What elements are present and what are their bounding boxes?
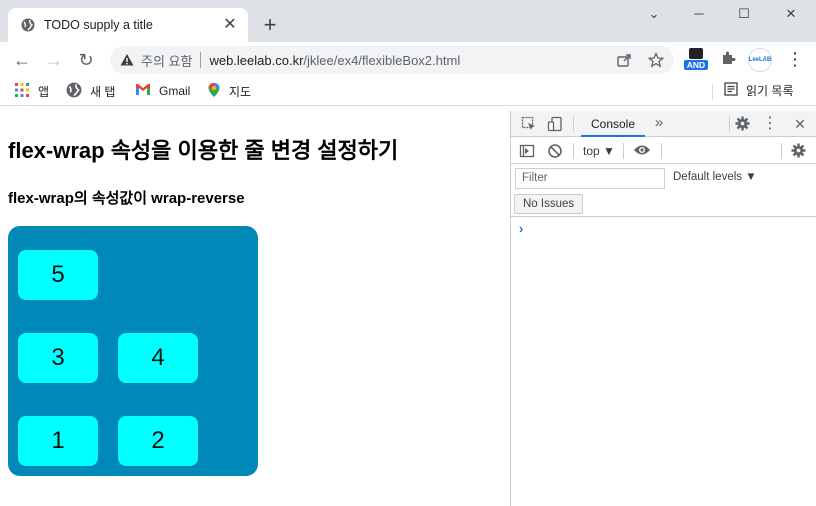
- toolbar-divider: [661, 143, 662, 159]
- new-tab-button[interactable]: +: [258, 14, 282, 38]
- and-badge-label: AND: [686, 60, 706, 70]
- page-subheading: flex-wrap의 속성값이 wrap-reverse: [8, 190, 245, 207]
- tab-console[interactable]: Console: [581, 111, 645, 137]
- flex-item-1: 1: [18, 416, 98, 466]
- security-warning-text[interactable]: 주의 요함: [141, 51, 192, 70]
- close-window-button[interactable]: ✕: [781, 4, 801, 24]
- warning-icon[interactable]: [120, 53, 134, 67]
- toolbar-divider: [623, 143, 624, 159]
- bookmark-label: 앱: [38, 85, 50, 99]
- console-prompt-chevron-icon[interactable]: ›: [519, 221, 523, 236]
- tab-strip: TODO supply a title ✕ + ⌄ ─ ☐ ✕: [0, 0, 816, 42]
- map-pin-icon: [207, 82, 221, 101]
- page-viewport: flex-wrap 속성을 이용한 줄 변경 설정하기 flex-wrap의 속…: [0, 111, 510, 506]
- toolbar-divider: [729, 116, 730, 132]
- inspect-element-icon[interactable]: [521, 116, 537, 132]
- bookmarks-divider: [712, 84, 713, 100]
- more-tabs-icon[interactable]: »: [651, 115, 667, 131]
- browser-menu-icon[interactable]: ⋮: [786, 50, 804, 68]
- sidebar-toggle-icon[interactable]: [519, 143, 535, 159]
- toolbar-divider: [573, 116, 574, 132]
- tab-search-icon[interactable]: ⌄: [644, 4, 664, 24]
- bookmark-new-tab[interactable]: 새 탭: [66, 82, 115, 101]
- no-issues-button[interactable]: No Issues: [514, 194, 584, 214]
- tab-title: TODO supply a title: [44, 18, 153, 32]
- address-bar[interactable]: 주의 요함 web.leelab.co.kr/jklee/ex4/flexibl…: [110, 46, 674, 74]
- omnibox-divider: [200, 52, 202, 68]
- console-filter-input[interactable]: Filter: [515, 168, 665, 189]
- reading-list[interactable]: 읽기 목록: [724, 82, 794, 99]
- console-issues-bar: No Issues: [511, 193, 816, 217]
- toolbar-divider: [781, 143, 782, 159]
- bookmark-label: 지도: [229, 85, 252, 99]
- bookmark-label: 새 탭: [90, 85, 116, 99]
- devtools-panel: Console » ⋮ ✕ top ▼ Filter Default level…: [510, 111, 816, 506]
- forward-button[interactable]: →: [44, 50, 64, 70]
- reading-list-icon: [724, 82, 738, 99]
- console-filter-bar: Filter Default levels ▼: [511, 165, 816, 193]
- reading-list-label: 읽기 목록: [746, 84, 794, 98]
- bookmark-gmail[interactable]: Gmail: [135, 82, 190, 99]
- clear-console-icon[interactable]: [547, 143, 563, 159]
- globe-icon: [66, 82, 82, 101]
- maximize-button[interactable]: ☐: [734, 4, 754, 24]
- gmail-icon: [135, 82, 151, 99]
- toolbar-divider: [573, 143, 574, 159]
- live-expression-eye-icon[interactable]: [633, 143, 650, 159]
- flex-container: 1 2 3 4 5: [8, 226, 258, 476]
- flex-item-5: 5: [18, 250, 98, 300]
- default-levels-dropdown[interactable]: Default levels ▼: [673, 171, 757, 183]
- globe-icon: [20, 17, 36, 33]
- bookmarks-bar: 앱 새 탭 Gmail 지도 읽기 목록: [0, 78, 816, 106]
- reload-button[interactable]: ↻: [76, 50, 96, 70]
- extensions-puzzle-icon[interactable]: [720, 50, 736, 66]
- close-devtools-icon[interactable]: ✕: [792, 116, 808, 132]
- and-extension-icon[interactable]: AND: [683, 46, 709, 72]
- bookmark-apps[interactable]: 앱: [14, 82, 49, 101]
- minimize-button[interactable]: ─: [689, 4, 709, 24]
- url-text[interactable]: web.leelab.co.kr/jklee/ex4/flexibleBox2.…: [209, 53, 460, 68]
- browser-toolbar: ← → ↻ 주의 요함 web.leelab.co.kr/jklee/ex4/f…: [0, 42, 816, 78]
- bookmark-maps[interactable]: 지도: [207, 82, 251, 101]
- back-button[interactable]: ←: [12, 50, 32, 70]
- share-icon[interactable]: [616, 52, 634, 70]
- page-heading: flex-wrap 속성을 이용한 줄 변경 설정하기: [8, 138, 399, 163]
- flex-item-3: 3: [18, 333, 98, 383]
- context-selector[interactable]: top ▼: [583, 144, 615, 158]
- device-toolbar-icon[interactable]: [547, 116, 563, 132]
- browser-tab[interactable]: TODO supply a title ✕: [8, 8, 248, 42]
- bookmark-label: Gmail: [159, 83, 191, 98]
- leelab-profile-label: LeeLAB: [748, 57, 772, 63]
- bookmark-star-icon[interactable]: [647, 51, 666, 70]
- url-path: /jklee/ex4/flexibleBox2.html: [303, 52, 461, 68]
- leelab-profile-icon[interactable]: LeeLAB: [748, 48, 772, 72]
- devtools-menu-icon[interactable]: ⋮: [762, 116, 778, 132]
- url-host: web.leelab.co.kr: [209, 52, 304, 68]
- flex-item-4: 4: [118, 333, 198, 383]
- apps-grid-icon: [14, 82, 30, 101]
- close-tab-icon[interactable]: ✕: [222, 17, 238, 33]
- settings-gear-icon[interactable]: [734, 116, 750, 132]
- flex-item-2: 2: [118, 416, 198, 466]
- devtools-tabbar: Console » ⋮ ✕: [511, 111, 816, 137]
- console-settings-gear-icon[interactable]: [790, 143, 806, 159]
- console-toolbar: top ▼: [511, 138, 816, 164]
